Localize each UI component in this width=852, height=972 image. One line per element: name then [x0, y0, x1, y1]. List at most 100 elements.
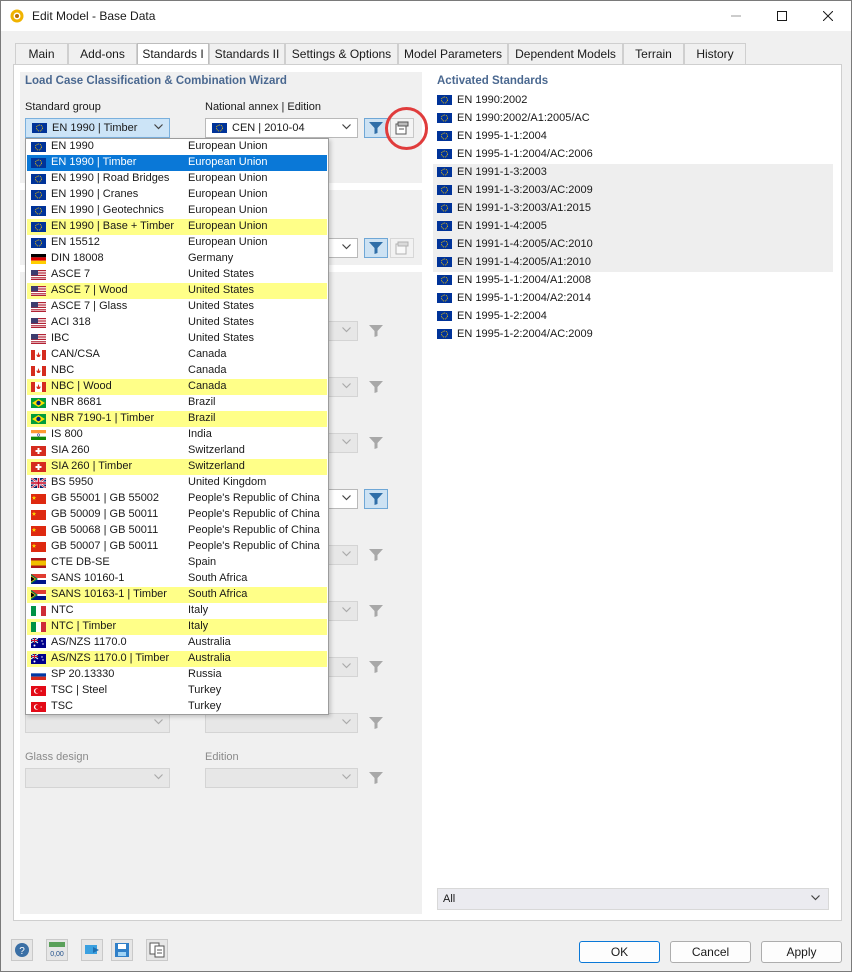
dropdown-option[interactable]: DIN 18008 Germany	[27, 251, 327, 267]
glass-design-combo[interactable]	[25, 768, 170, 788]
apply-button[interactable]: Apply	[761, 941, 842, 963]
activated-standard-row[interactable]: EN 1995-1-1:2004	[433, 128, 833, 146]
activated-standard-row[interactable]: EN 1991-1-4:2005/AC:2010	[433, 236, 833, 254]
activated-standard-row[interactable]: EN 1995-1-1:2004/AC:2006	[433, 146, 833, 164]
dropdown-option[interactable]: EN 1990 European Union	[27, 139, 327, 155]
tab-terrain[interactable]: Terrain	[623, 43, 684, 65]
standard-group-combo[interactable]: EN 1990 | Timber	[25, 118, 170, 138]
dropdown-option[interactable]: SIA 260 Switzerland	[27, 443, 327, 459]
dropdown-option[interactable]: SP 20.13330 Russia	[27, 667, 327, 683]
filter-button[interactable]	[364, 768, 388, 788]
activated-standard-row[interactable]: EN 1995-1-2:2004	[433, 308, 833, 326]
filter-button[interactable]	[364, 713, 388, 733]
dropdown-option[interactable]: CAN/CSA Canada	[27, 347, 327, 363]
dropdown-option[interactable]: ASCE 7 United States	[27, 267, 327, 283]
help-button[interactable]: ?	[11, 939, 33, 961]
tab-settings-options[interactable]: Settings & Options	[285, 43, 398, 65]
option-standard-name: CAN/CSA	[51, 348, 100, 360]
option-country: People's Republic of China	[188, 492, 320, 504]
tab-history[interactable]: History	[684, 43, 746, 65]
filter-button[interactable]	[364, 601, 388, 621]
edition-combo[interactable]	[205, 768, 358, 788]
dropdown-option[interactable]: AS/NZS 1170.0 | Timber Australia	[27, 651, 327, 667]
filter-button[interactable]	[364, 238, 388, 258]
dropdown-option[interactable]: BS 5950 United Kingdom	[27, 475, 327, 491]
dropdown-option[interactable]: ASCE 7 | Glass United States	[27, 299, 327, 315]
dropdown-option[interactable]: NBC Canada	[27, 363, 327, 379]
disabled-combo[interactable]	[205, 713, 358, 733]
dropdown-option[interactable]: EN 15512 European Union	[27, 235, 327, 251]
dropdown-option[interactable]: GB 50007 | GB 50011 People's Republic of …	[27, 539, 327, 555]
dropdown-option[interactable]: GB 55001 | GB 55002 People's Republic of …	[27, 491, 327, 507]
dropdown-option[interactable]: EN 1990 | Road Bridges European Union	[27, 171, 327, 187]
filter-button[interactable]	[364, 433, 388, 453]
dropdown-option[interactable]: SANS 10163-1 | Timber South Africa	[27, 587, 327, 603]
activated-standard-row[interactable]: EN 1991-1-4:2005/A1:2010	[433, 254, 833, 272]
dropdown-option[interactable]: ACI 318 United States	[27, 315, 327, 331]
filter-button[interactable]	[364, 321, 388, 341]
tab-model-parameters[interactable]: Model Parameters	[398, 43, 508, 65]
minimize-button[interactable]	[713, 1, 759, 31]
ok-button[interactable]: OK	[579, 941, 660, 963]
dropdown-option[interactable]: TSC | Steel Turkey	[27, 683, 327, 699]
standards-filter-combo[interactable]: All	[437, 888, 829, 910]
dropdown-option[interactable]: EN 1990 | Base + Timber European Union	[27, 219, 327, 235]
filter-button[interactable]	[364, 377, 388, 397]
dropdown-option[interactable]: NBR 7190-1 | Timber Brazil	[27, 411, 327, 427]
tab-add-ons[interactable]: Add-ons	[68, 43, 137, 65]
dropdown-option[interactable]: GB 50068 | GB 50011 People's Republic of …	[27, 523, 327, 539]
units-button[interactable]: 0,00	[46, 939, 68, 961]
eu-flag-icon	[31, 174, 46, 184]
tab-standards-ii[interactable]: Standards II	[209, 43, 285, 65]
save-button[interactable]	[111, 939, 133, 961]
activated-standard-row[interactable]: EN 1991-1-3:2003	[433, 164, 833, 182]
tab-main[interactable]: Main	[15, 43, 68, 65]
dropdown-option[interactable]: NTC Italy	[27, 603, 327, 619]
filter-button[interactable]	[364, 545, 388, 565]
cancel-button[interactable]: Cancel	[670, 941, 751, 963]
option-country: European Union	[188, 188, 268, 200]
maximize-button[interactable]	[759, 1, 805, 31]
import-button[interactable]	[81, 939, 103, 961]
option-standard-name: EN 1990 | Road Bridges	[51, 172, 170, 184]
filter-button[interactable]	[364, 489, 388, 509]
activated-standard-row[interactable]: EN 1995-1-1:2004/A1:2008	[433, 272, 833, 290]
tab-dependent-models[interactable]: Dependent Models	[508, 43, 623, 65]
tab-standards-i[interactable]: Standards I	[137, 43, 209, 66]
dropdown-option[interactable]: EN 1990 | Cranes European Union	[27, 187, 327, 203]
dropdown-option[interactable]: AS/NZS 1170.0 Australia	[27, 635, 327, 651]
activated-standard-row[interactable]: EN 1990:2002/A1:2005/AC	[433, 110, 833, 128]
option-country: European Union	[188, 220, 268, 232]
close-button[interactable]	[805, 1, 851, 31]
disabled-combo[interactable]	[25, 713, 170, 733]
chevron-down-icon	[342, 551, 351, 557]
za-flag-icon	[31, 574, 46, 584]
dropdown-option[interactable]: CTE DB-SE Spain	[27, 555, 327, 571]
dropdown-option[interactable]: NTC | Timber Italy	[27, 619, 327, 635]
option-standard-name: TSC | Steel	[51, 684, 108, 696]
dropdown-option[interactable]: EN 1990 | Geotechnics European Union	[27, 203, 327, 219]
option-standard-name: AS/NZS 1170.0 | Timber	[51, 652, 170, 664]
dropdown-option[interactable]: IS 800 India	[27, 427, 327, 443]
dropdown-option[interactable]: NBR 8681 Brazil	[27, 395, 327, 411]
dropdown-option[interactable]: SIA 260 | Timber Switzerland	[27, 459, 327, 475]
dropdown-option[interactable]: IBC United States	[27, 331, 327, 347]
option-standard-name: GB 50007 | GB 50011	[51, 540, 159, 552]
national-annex-combo[interactable]: CEN | 2010-04	[205, 118, 358, 138]
activated-standard-row[interactable]: EN 1995-1-1:2004/A2:2014	[433, 290, 833, 308]
activated-standard-row[interactable]: EN 1990:2002	[433, 92, 833, 110]
dropdown-option[interactable]: GB 50009 | GB 50011 People's Republic of …	[27, 507, 327, 523]
activated-standard-row[interactable]: EN 1995-1-2:2004/AC:2009	[433, 326, 833, 344]
activated-standard-row[interactable]: EN 1991-1-3:2003/AC:2009	[433, 182, 833, 200]
copy-button[interactable]	[146, 939, 168, 961]
dropdown-option[interactable]: ASCE 7 | Wood United States	[27, 283, 327, 299]
edit-standard-button[interactable]	[390, 238, 414, 258]
dropdown-option[interactable]: SANS 10160-1 South Africa	[27, 571, 327, 587]
activated-standard-row[interactable]: EN 1991-1-4:2005	[433, 218, 833, 236]
filter-button[interactable]	[364, 657, 388, 677]
dropdown-option[interactable]: NBC | Wood Canada	[27, 379, 327, 395]
dropdown-option[interactable]: TSC Turkey	[27, 699, 327, 714]
dropdown-option[interactable]: EN 1990 | Timber European Union	[27, 155, 327, 171]
activated-standard-row[interactable]: EN 1991-1-3:2003/A1:2015	[433, 200, 833, 218]
option-standard-name: EN 1990 | Geotechnics	[51, 204, 164, 216]
